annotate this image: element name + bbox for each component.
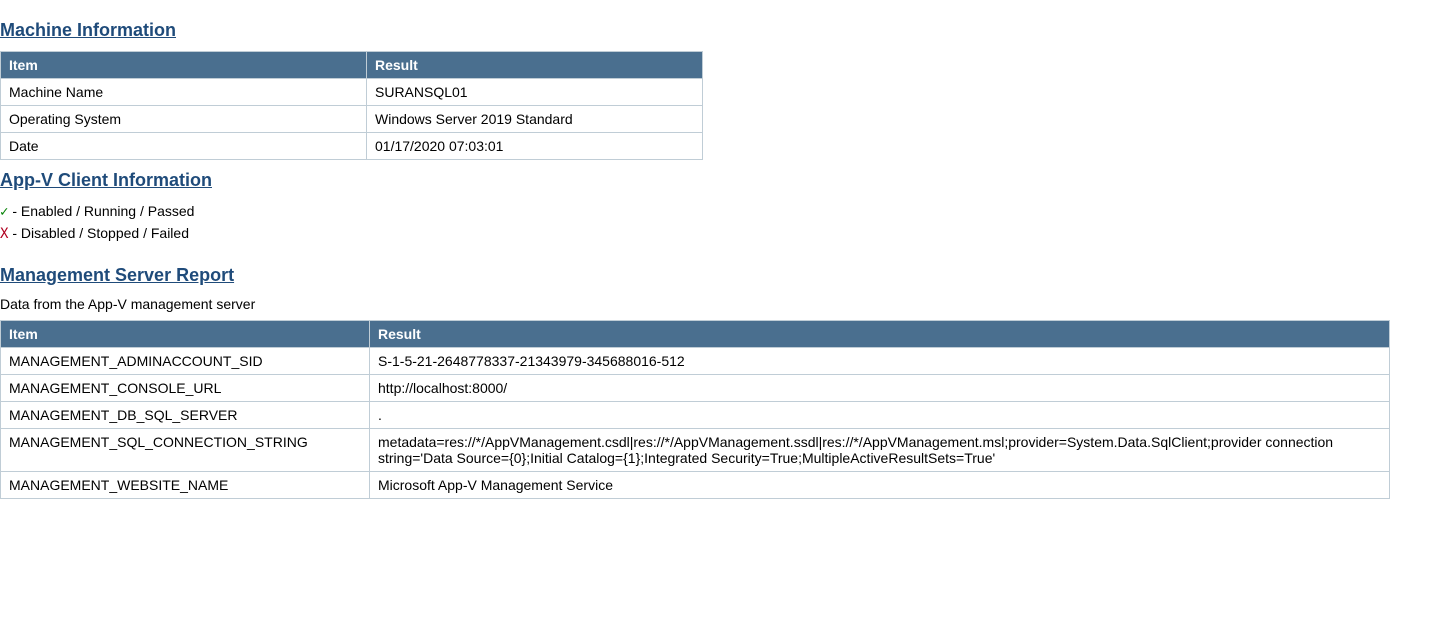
mgmt-report-heading: Management Server Report	[0, 265, 1438, 286]
legend-fail: X - Disabled / Stopped / Failed	[0, 223, 1438, 245]
check-icon: ✓	[0, 204, 8, 220]
table-row: Machine Name SURANSQL01	[1, 79, 703, 106]
machine-item-cell: Operating System	[1, 106, 367, 133]
legend-pass: ✓ - Enabled / Running / Passed	[0, 201, 1438, 223]
mgmt-result-cell: metadata=res://*/AppVManagement.csdl|res…	[370, 429, 1390, 472]
table-row: Date 01/17/2020 07:03:01	[1, 133, 703, 160]
mgmt-result-cell: S-1-5-21-2648778337-21343979-345688016-5…	[370, 348, 1390, 375]
mgmt-item-cell: MANAGEMENT_WEBSITE_NAME	[1, 472, 370, 499]
mgmt-item-cell: MANAGEMENT_SQL_CONNECTION_STRING	[1, 429, 370, 472]
mgmt-th-result: Result	[370, 321, 1390, 348]
table-row: MANAGEMENT_ADMINACCOUNT_SID S-1-5-21-264…	[1, 348, 1390, 375]
mgmt-subtext: Data from the App-V management server	[0, 296, 1438, 312]
mgmt-item-cell: MANAGEMENT_DB_SQL_SERVER	[1, 402, 370, 429]
legend-fail-text: - Disabled / Stopped / Failed	[12, 225, 189, 241]
machine-th-result: Result	[367, 52, 703, 79]
table-row: MANAGEMENT_CONSOLE_URL http://localhost:…	[1, 375, 1390, 402]
machine-info-heading: Machine Information	[0, 20, 1438, 41]
table-row: Operating System Windows Server 2019 Sta…	[1, 106, 703, 133]
machine-result-cell: Windows Server 2019 Standard	[367, 106, 703, 133]
machine-th-item: Item	[1, 52, 367, 79]
machine-item-cell: Date	[1, 133, 367, 160]
mgmt-item-cell: MANAGEMENT_ADMINACCOUNT_SID	[1, 348, 370, 375]
table-row: MANAGEMENT_DB_SQL_SERVER .	[1, 402, 1390, 429]
mgmt-item-cell: MANAGEMENT_CONSOLE_URL	[1, 375, 370, 402]
machine-item-cell: Machine Name	[1, 79, 367, 106]
appv-client-heading: App-V Client Information	[0, 170, 1438, 191]
mgmt-report-table: Item Result MANAGEMENT_ADMINACCOUNT_SID …	[0, 320, 1390, 499]
mgmt-result-cell: http://localhost:8000/	[370, 375, 1390, 402]
mgmt-th-item: Item	[1, 321, 370, 348]
machine-result-cell: 01/17/2020 07:03:01	[367, 133, 703, 160]
machine-result-cell: SURANSQL01	[367, 79, 703, 106]
mgmt-result-cell: .	[370, 402, 1390, 429]
machine-info-table: Item Result Machine Name SURANSQL01 Oper…	[0, 51, 703, 160]
table-row: MANAGEMENT_SQL_CONNECTION_STRING metadat…	[1, 429, 1390, 472]
x-icon: X	[0, 226, 8, 242]
legend-pass-text: - Enabled / Running / Passed	[12, 203, 194, 219]
legend: ✓ - Enabled / Running / Passed X - Disab…	[0, 201, 1438, 245]
table-row: MANAGEMENT_WEBSITE_NAME Microsoft App-V …	[1, 472, 1390, 499]
mgmt-result-cell: Microsoft App-V Management Service	[370, 472, 1390, 499]
